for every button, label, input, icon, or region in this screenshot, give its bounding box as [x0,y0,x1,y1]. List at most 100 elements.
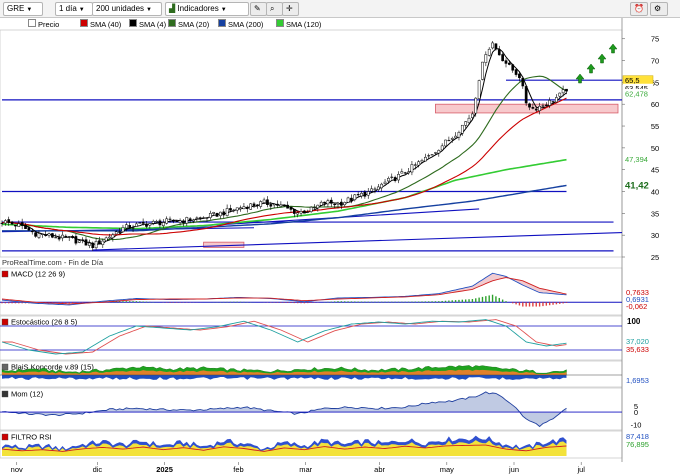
candle-body [558,92,562,97]
candle-body [185,217,189,224]
candle-body [141,221,145,224]
candle-body [393,177,397,181]
candle-body [434,152,437,154]
candle-body [161,222,165,226]
candle-body [51,233,54,238]
candle-body [269,204,273,207]
x-tick-label: jul [576,465,585,474]
candle-body [24,224,27,229]
candle-body [88,242,91,246]
candle-body [346,197,350,203]
candle-body [262,199,266,203]
candle-body [350,197,353,201]
candle-body [460,124,464,134]
candle-body [239,207,242,209]
candle-body [373,188,377,191]
candle-body [544,104,548,106]
candle-body [514,69,518,75]
candle-body [0,222,4,224]
candle-body [528,103,531,108]
candle-body [71,236,74,238]
candle-body [215,212,219,217]
candle-body [188,218,192,221]
candle-body [202,217,205,219]
candle-body [118,231,121,233]
candle-body [266,199,269,205]
candle-body [316,204,320,209]
candle-body [333,203,336,206]
candle-body [121,227,125,233]
y-tick-label: 55 [651,122,659,131]
candle-body [541,105,545,107]
panel-swatch [1,390,9,398]
candle-body [447,139,451,142]
candle-body [309,206,313,212]
panel-swatch [1,433,9,441]
panel-frame-1 [0,267,623,316]
candle-body [561,89,565,94]
candle-body [551,101,555,103]
candle-body [464,121,468,126]
candle-body [114,231,118,235]
panel-frame-2 [0,315,623,361]
source-label: ProRealTime.com - Fin de Día [2,258,104,267]
candle-body [91,242,95,249]
candle-body [17,223,21,227]
candle-body [175,221,179,223]
candle-body [508,62,511,65]
candle-body [380,183,384,189]
candle-body [292,208,296,214]
candle-body [94,241,98,249]
candle-body [366,191,370,196]
candle-body [534,108,538,111]
candle-body [319,201,323,206]
candle-body [84,239,88,246]
candle-body [10,221,14,225]
candle-body [400,171,404,174]
candle-body [397,174,400,181]
candle-body [111,234,115,239]
candle-body [474,97,478,114]
candle-body [225,208,229,216]
candle-body [276,203,279,206]
x-tick-label: mar [299,465,312,474]
candle-body [219,211,222,217]
candle-body [77,240,81,243]
candle-body [74,236,78,244]
candle-body [252,203,256,206]
y-tick-label: 35 [651,209,659,218]
candle-body [565,88,568,92]
candle-body [444,139,447,147]
candle-body [138,222,142,224]
candle-body [30,231,34,233]
candle-body [531,107,535,109]
candle-body [403,172,407,174]
stoch-tick-label: 100 [627,317,641,326]
candle-body [37,233,41,238]
candle-body [282,204,286,207]
candle-body [467,117,471,123]
candle-body [54,237,58,239]
candle-body [427,155,431,157]
price-chart[interactable]: 2530354045505560657075nov dic 2025 feb mar ab… [0,0,680,474]
y-tick-label: 30 [651,231,659,240]
candle-body [417,161,420,166]
y-tick-label: 75 [651,35,659,44]
candle-body [279,204,283,207]
candle-body [4,220,7,224]
y-tick-label: 25 [651,253,659,262]
candle-body [387,178,390,182]
candle-body [548,100,552,106]
candle-body [296,212,300,215]
candle-body [168,218,172,220]
candle-body [504,60,508,64]
candle-body [235,207,239,211]
candle-body [410,164,414,173]
candle-body [329,199,333,204]
panel-frame-0 [0,29,623,258]
panel-title: FILTRO RSI [11,433,52,442]
candle-body [555,97,558,103]
candle-body [457,132,461,138]
candle-body [424,156,427,162]
candle-body [437,150,441,154]
